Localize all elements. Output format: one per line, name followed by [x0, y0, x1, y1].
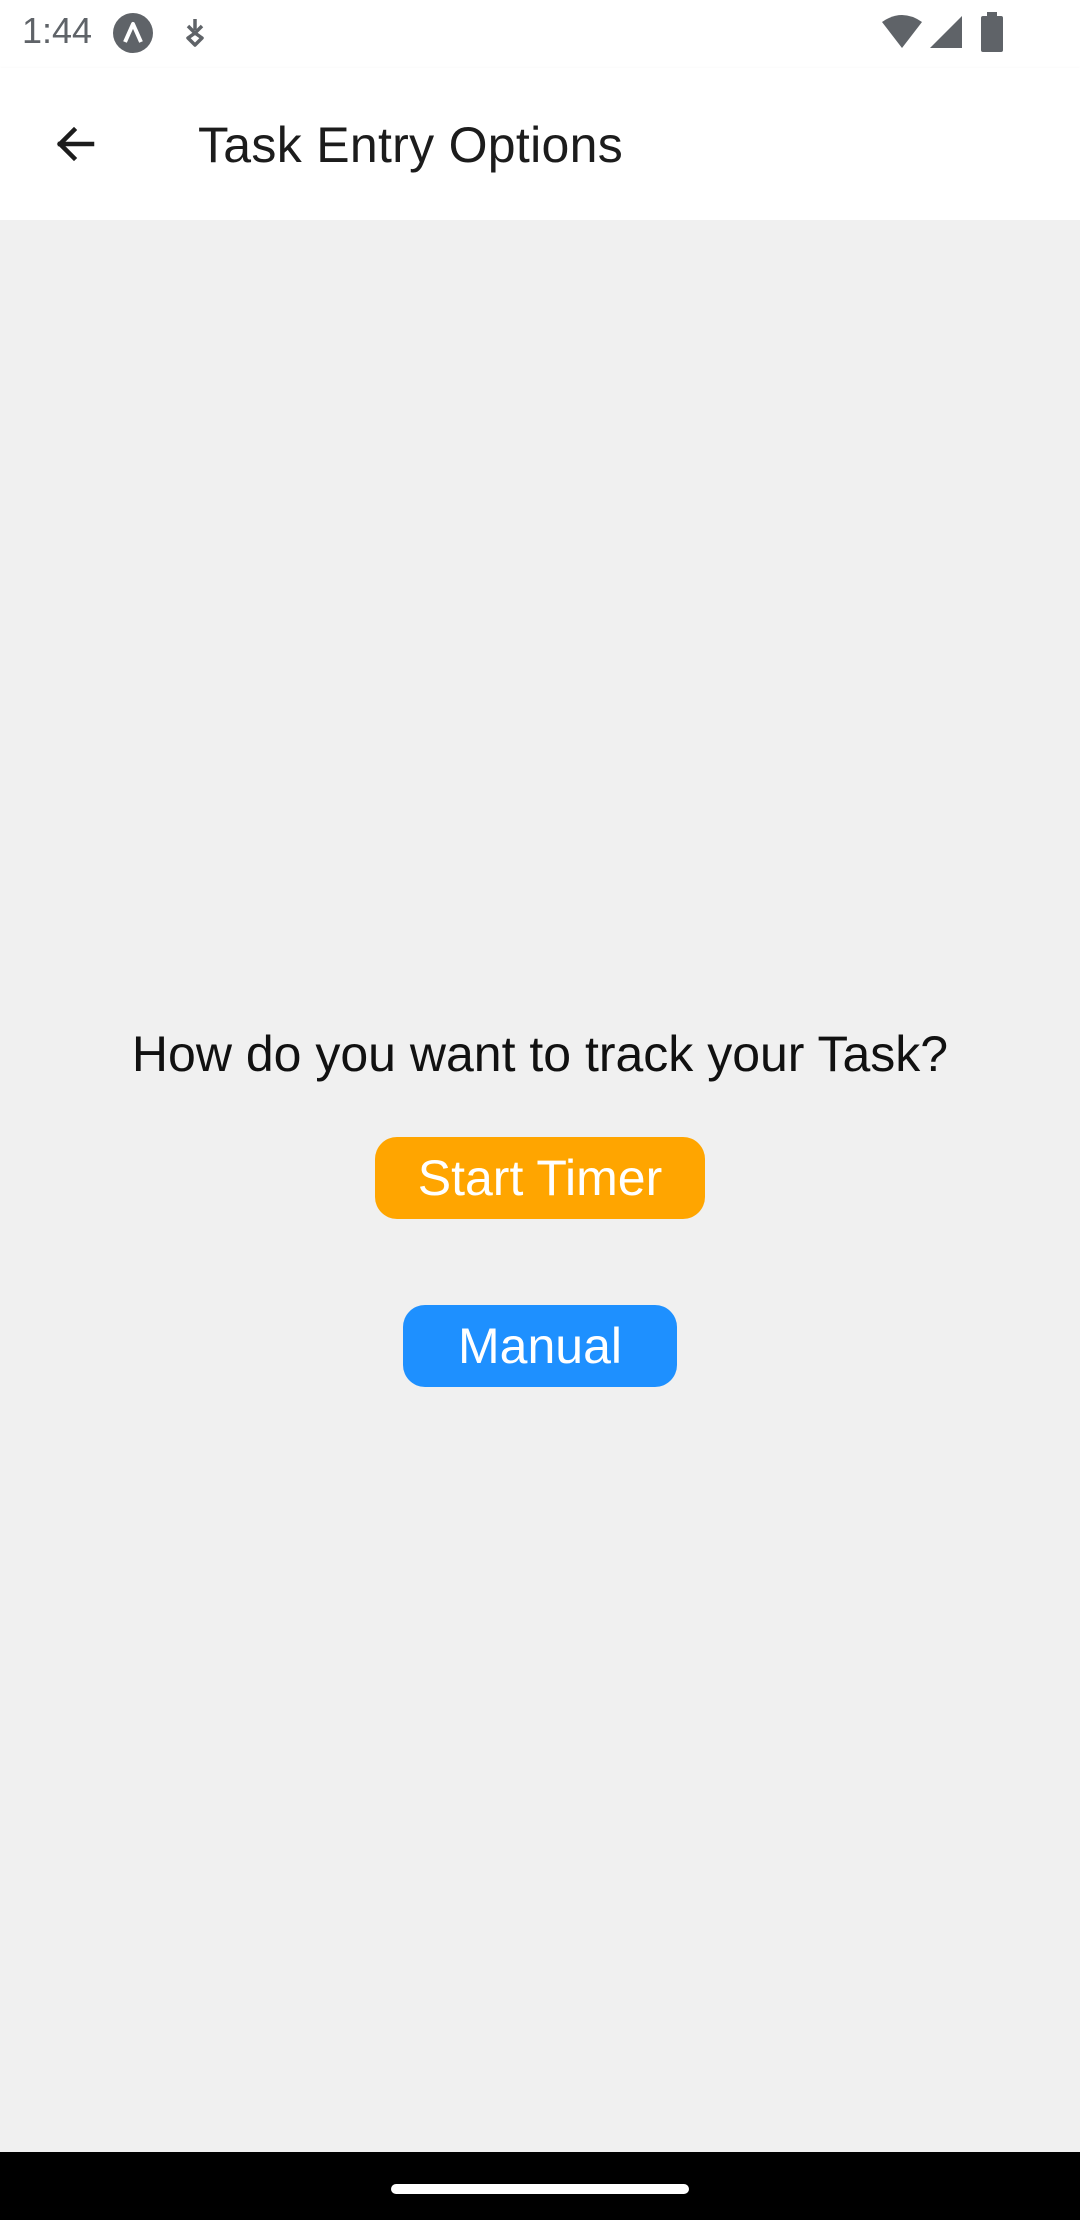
- status-bar: 1:44: [0, 0, 1080, 68]
- track-question-text: How do you want to track your Task?: [131, 1026, 949, 1082]
- app-notification-icon: [112, 12, 154, 59]
- start-timer-button[interactable]: Start Timer: [375, 1137, 705, 1219]
- main-content: How do you want to track your Task? Star…: [0, 220, 1080, 2152]
- system-navigation-bar: [0, 2152, 1080, 2220]
- battery-icon: [980, 12, 1004, 57]
- wifi-icon: [880, 14, 924, 55]
- manual-button[interactable]: Manual: [403, 1305, 677, 1387]
- back-button[interactable]: [38, 108, 114, 184]
- arrow-back-icon: [52, 120, 100, 173]
- page-title: Task Entry Options: [198, 117, 624, 173]
- app-bar: Task Entry Options: [0, 68, 1080, 220]
- home-gesture-handle[interactable]: [391, 2184, 689, 2194]
- status-time: 1:44: [22, 10, 93, 51]
- cellular-signal-icon: [928, 14, 964, 55]
- download-indicator-icon: [180, 16, 210, 55]
